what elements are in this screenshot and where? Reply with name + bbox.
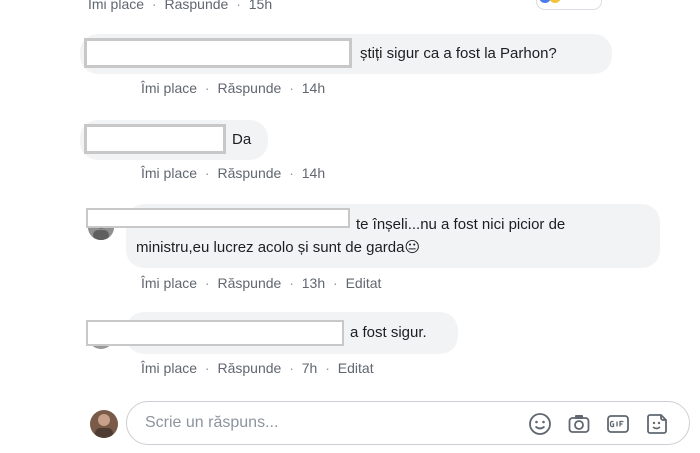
reply-link[interactable]: Răspunde — [217, 275, 281, 291]
separator: · — [204, 165, 210, 181]
like-link[interactable]: Imi place — [88, 0, 144, 12]
gif-icon[interactable] — [606, 412, 630, 436]
separator: · — [333, 275, 338, 291]
separator: · — [151, 0, 157, 12]
redacted-author — [86, 208, 350, 228]
comment-time: 14h — [301, 80, 326, 96]
emoji-icon: 😐 — [404, 239, 421, 256]
separator: · — [325, 360, 330, 376]
redacted-author — [86, 320, 344, 346]
comment-time: 15h — [248, 0, 273, 12]
reply-placeholder: Scrie un răspuns... — [145, 414, 279, 431]
like-link[interactable]: Îmi place — [141, 165, 197, 181]
separator: · — [289, 80, 294, 96]
reply-input[interactable]: Scrie un răspuns... — [126, 401, 690, 445]
comment-bubble: Da — [80, 120, 268, 160]
reply-link[interactable]: Răspunde — [217, 360, 281, 376]
reply-link[interactable]: Răspunde — [217, 165, 281, 181]
comment-time: 13h — [301, 275, 326, 291]
separator: · — [204, 360, 210, 376]
redacted-author — [84, 38, 352, 68]
emoji-icon[interactable] — [528, 412, 552, 436]
comment-text: a fost sigur. — [350, 324, 427, 341]
sticker-icon[interactable] — [645, 412, 669, 436]
edited-label: Editat — [337, 360, 374, 376]
separator: · — [289, 360, 294, 376]
comment-text: ministru,eu lucrez acolo și sunt de gard… — [136, 238, 420, 258]
separator: · — [289, 165, 294, 181]
current-user-avatar — [90, 410, 118, 438]
comment-actions: Îmi place · Răspunde · 7h · Editat — [141, 360, 374, 376]
comment-text: te înșeli...nu a fost nici picior de — [356, 216, 566, 233]
comment-text-line: ministru,eu lucrez acolo și sunt de gard… — [136, 239, 405, 256]
reaction-summary[interactable] — [536, 0, 602, 10]
comment-text: știți sigur ca a fost la Parhon? — [360, 45, 557, 62]
camera-icon[interactable] — [567, 412, 591, 436]
comment-actions: Îmi place · Răspunde · 14h — [141, 165, 325, 181]
redacted-author — [84, 124, 226, 154]
top-comment-actions: Imi place · Raspunde · 15h — [88, 0, 272, 12]
separator: · — [236, 0, 241, 12]
avatar-photo — [90, 410, 118, 438]
like-link[interactable]: Îmi place — [141, 275, 197, 291]
like-link[interactable]: Îmi place — [141, 80, 197, 96]
comment-bubble: știți sigur ca a fost la Parhon? — [80, 34, 612, 74]
comment-time: 7h — [301, 360, 318, 376]
reaction-icons — [539, 0, 561, 3]
comment-actions: Îmi place · Răspunde · 14h — [141, 80, 325, 96]
separator: · — [289, 275, 294, 291]
comment-actions: Îmi place · Răspunde · 13h · Editat — [141, 275, 381, 291]
edited-label: Editat — [345, 275, 382, 291]
like-link[interactable]: Îmi place — [141, 360, 197, 376]
comment-text: Da — [232, 131, 252, 148]
separator: · — [204, 275, 210, 291]
reply-link[interactable]: Raspunde — [164, 0, 228, 12]
comment-time: 14h — [301, 165, 326, 181]
reply-link[interactable]: Răspunde — [217, 80, 281, 96]
separator: · — [204, 80, 210, 96]
